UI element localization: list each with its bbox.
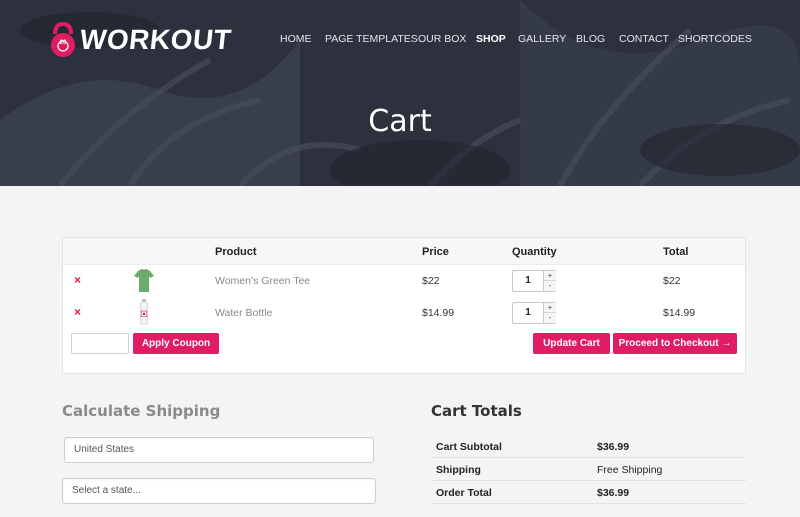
cart-table: Product Price Quantity Total × Women’s G…: [62, 237, 746, 374]
logo-text: WORKOUT: [78, 24, 233, 55]
remove-item-icon[interactable]: ×: [74, 305, 81, 319]
quantity-decrement-button[interactable]: -: [543, 313, 556, 323]
page-title: Cart: [368, 104, 432, 139]
totals-value: Free Shipping: [597, 464, 663, 476]
nav-our-box[interactable]: OUR BOX: [418, 33, 466, 45]
totals-label: Shipping: [436, 464, 481, 476]
product-price: $14.99: [422, 307, 455, 319]
nav-contact[interactable]: CONTACT: [619, 33, 669, 45]
site-logo[interactable]: 20 WORKOUT: [49, 20, 233, 60]
calculate-shipping-heading[interactable]: Calculate Shipping: [62, 402, 220, 420]
totals-value: $36.99: [597, 441, 630, 453]
column-header-total: Total: [663, 246, 689, 258]
quantity-stepper[interactable]: 1 + -: [512, 302, 556, 324]
logo-badge: 20: [59, 40, 67, 46]
totals-label: Order Total: [436, 487, 492, 499]
cart-totals-heading: Cart Totals: [431, 402, 522, 420]
column-header-quantity: Quantity: [512, 246, 557, 258]
product-name-link[interactable]: Water Bottle: [215, 307, 272, 319]
totals-label: Cart Subtotal: [436, 441, 502, 453]
product-price: $22: [422, 275, 440, 287]
totals-row-subtotal: Cart Subtotal $36.99: [431, 435, 746, 458]
nav-blog[interactable]: BLOG: [576, 33, 605, 45]
green-tee-thumbnail[interactable]: [133, 268, 155, 294]
quantity-increment-button[interactable]: +: [543, 303, 556, 313]
quantity-stepper[interactable]: 1 + -: [512, 270, 556, 292]
cart-row: × Women’s Green Tee $22 1 + - $22: [63, 265, 745, 297]
nav-shop[interactable]: SHOP: [476, 33, 506, 45]
totals-row-shipping: Shipping Free Shipping: [431, 458, 746, 481]
column-header-product: Product: [215, 246, 257, 258]
update-cart-button[interactable]: Update Cart: [533, 333, 610, 354]
cart-row: × Water Bottle $14.99 1 + - $14.99: [63, 297, 745, 329]
product-name-link[interactable]: Women’s Green Tee: [215, 275, 310, 287]
water-bottle-thumbnail[interactable]: [133, 299, 155, 325]
nav-gallery[interactable]: GALLERY: [518, 33, 566, 45]
nav-page-templates[interactable]: PAGE TEMPLATES: [325, 33, 418, 45]
nav-home[interactable]: HOME: [280, 33, 312, 45]
quantity-value[interactable]: 1: [513, 271, 543, 291]
quantity-increment-button[interactable]: +: [543, 271, 556, 281]
column-header-price: Price: [422, 246, 449, 258]
hero-banner: 20 WORKOUT HOME PAGE TEMPLATES OUR BOX S…: [0, 0, 800, 186]
quantity-decrement-button[interactable]: -: [543, 281, 556, 291]
coupon-code-input[interactable]: [71, 333, 129, 354]
country-select[interactable]: United States: [64, 437, 374, 463]
apply-coupon-button[interactable]: Apply Coupon: [133, 333, 219, 354]
state-select[interactable]: Select a state...: [62, 478, 376, 504]
quantity-value[interactable]: 1: [513, 303, 543, 323]
product-total: $22: [663, 275, 681, 287]
totals-row-order-total: Order Total $36.99: [431, 481, 746, 504]
remove-item-icon[interactable]: ×: [74, 273, 81, 287]
totals-value: $36.99: [597, 487, 630, 499]
nav-shortcodes[interactable]: SHORTCODES: [678, 33, 752, 45]
product-total: $14.99: [663, 307, 696, 319]
cart-table-header: Product Price Quantity Total: [63, 238, 745, 265]
proceed-to-checkout-button[interactable]: Proceed to Checkout →: [613, 333, 737, 354]
